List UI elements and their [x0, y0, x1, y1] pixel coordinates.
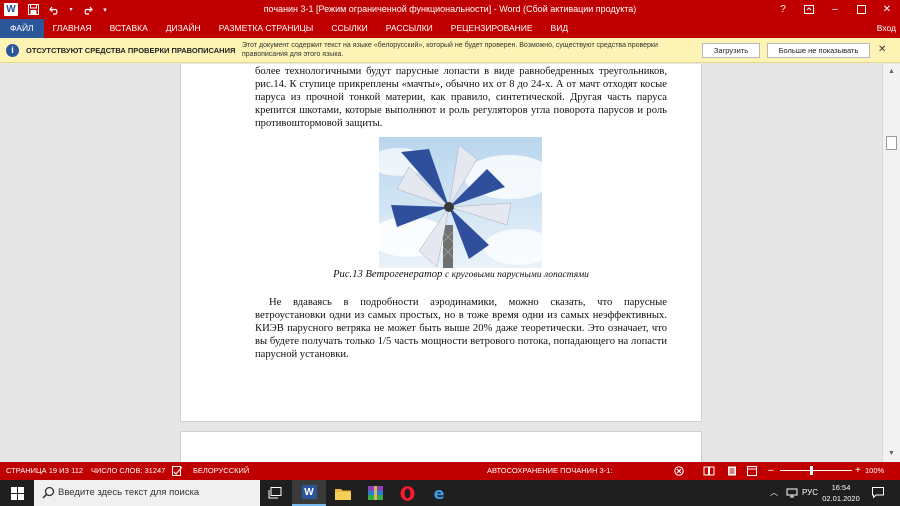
- title-bar: W ▾ ▾ почанин 3-1 [Режим ограниченной фу…: [0, 0, 900, 19]
- document-page[interactable]: более технологичными будут парусные лопа…: [180, 64, 702, 422]
- figure-caption[interactable]: Рис.13 Ветрогенератор с круговыми парусн…: [255, 269, 667, 280]
- sign-in-link[interactable]: Вход: [877, 19, 896, 38]
- close-button[interactable]: ✕: [874, 0, 900, 19]
- ribbon-tabs: ФАЙЛ ГЛАВНАЯ ВСТАВКА ДИЗАЙН РАЗМЕТКА СТР…: [0, 19, 900, 38]
- scroll-down-icon[interactable]: ▼: [883, 448, 900, 460]
- next-document-page[interactable]: [180, 431, 702, 462]
- tab-page-layout[interactable]: РАЗМЕТКА СТРАНИЦЫ: [210, 19, 323, 38]
- save-icon[interactable]: [22, 0, 44, 19]
- window-title: почанин 3-1 [Режим ограниченной функцион…: [263, 4, 637, 14]
- window-controls: ? – ✕: [770, 0, 900, 19]
- tab-design[interactable]: ДИЗАЙН: [157, 19, 210, 38]
- edge-browser-icon[interactable]: e: [422, 480, 456, 506]
- file-explorer-icon[interactable]: [326, 480, 360, 506]
- search-placeholder: Введите здесь текст для поиска: [58, 487, 200, 498]
- proofing-icon[interactable]: [172, 462, 183, 480]
- caption-main: Рис.13 Ветрогенератор: [333, 269, 443, 280]
- word-window: W ▾ ▾ почанин 3-1 [Режим ограниченной фу…: [0, 0, 900, 506]
- quick-access-toolbar: W ▾ ▾: [0, 0, 112, 19]
- body-paragraph[interactable]: более технологичными будут парусные лопа…: [255, 65, 667, 130]
- proofing-warning-bar: i ОТСУТСТВУЮТ СРЕДСТВА ПРОВЕРКИ ПРАВОПИС…: [0, 38, 900, 63]
- winrar-icon[interactable]: [358, 480, 392, 506]
- document-area[interactable]: более технологичными будут парусные лопа…: [0, 64, 882, 462]
- help-button[interactable]: ?: [770, 0, 796, 19]
- clock-date: 02.01.2020: [822, 494, 860, 503]
- tab-mailings[interactable]: РАССЫЛКИ: [377, 19, 442, 38]
- tab-review[interactable]: РЕЦЕНЗИРОВАНИЕ: [442, 19, 542, 38]
- warning-heading: ОТСУТСТВУЮТ СРЕДСТВА ПРОВЕРКИ ПРАВОПИСАН…: [26, 46, 236, 55]
- ribbon-display-options-icon[interactable]: [796, 0, 822, 19]
- page-counter[interactable]: СТРАНИЦА 19 ИЗ 112: [6, 462, 83, 480]
- tab-insert[interactable]: ВСТАВКА: [101, 19, 157, 38]
- scroll-up-icon[interactable]: ▲: [883, 66, 900, 78]
- maximize-button[interactable]: [848, 0, 874, 19]
- dont-show-again-button[interactable]: Больше не показывать: [767, 43, 870, 58]
- autosave-status: АВТОСОХРАНЕНИЕ ПОЧАНИН 3-1:: [487, 466, 613, 475]
- zoom-out-button[interactable]: –: [768, 462, 774, 480]
- notifications-icon[interactable]: [872, 480, 884, 506]
- read-mode-icon[interactable]: [703, 462, 715, 480]
- body-paragraph[interactable]: Не вдаваясь в подробности аэродинамики, …: [255, 296, 667, 361]
- network-icon[interactable]: [786, 480, 798, 506]
- language-indicator-tray[interactable]: РУС: [802, 480, 818, 506]
- clock-time: 16:54: [831, 483, 851, 492]
- zoom-slider-thumb[interactable]: [810, 466, 813, 475]
- windows-taskbar: Введите здесь текст для поиска W e ︿ РУС…: [0, 480, 900, 506]
- windows-start-icon[interactable]: [0, 480, 34, 506]
- chevron-down-icon[interactable]: ▾: [66, 0, 76, 19]
- info-icon: i: [6, 44, 19, 57]
- tab-home[interactable]: ГЛАВНАЯ: [44, 19, 101, 38]
- scroll-thumb[interactable]: [886, 136, 897, 150]
- tab-file[interactable]: ФАЙЛ: [0, 19, 44, 38]
- opera-browser-icon[interactable]: [390, 480, 424, 506]
- redo-icon[interactable]: [76, 0, 98, 19]
- tab-view[interactable]: ВИД: [542, 19, 578, 38]
- status-bar: СТРАНИЦА 19 ИЗ 112 ЧИСЛО СЛОВ: 31247 БЕЛ…: [0, 462, 900, 480]
- zoom-slider[interactable]: [780, 470, 852, 471]
- zoom-level[interactable]: 100%: [865, 462, 884, 480]
- chevron-up-icon[interactable]: ︿: [770, 480, 778, 506]
- language-indicator[interactable]: БЕЛОРУССКИЙ: [193, 462, 249, 480]
- warning-text: Этот документ содержит текст на языке «б…: [242, 42, 658, 58]
- caption-rest: с круговыми парусными лопастями: [445, 270, 589, 280]
- task-view-icon[interactable]: [258, 480, 292, 506]
- customize-toolbar-icon[interactable]: ▾: [98, 0, 112, 19]
- zoom-in-button[interactable]: +: [855, 462, 861, 480]
- tab-references[interactable]: ССЫЛКИ: [322, 19, 376, 38]
- minimize-button[interactable]: –: [822, 0, 848, 19]
- close-icon[interactable]: ✕: [878, 44, 886, 55]
- search-icon: [42, 486, 55, 499]
- undo-icon[interactable]: [44, 0, 66, 19]
- clock[interactable]: 16:54 02.01.2020: [820, 482, 862, 504]
- print-layout-icon[interactable]: [727, 462, 737, 480]
- vertical-scrollbar[interactable]: ▲ ▼: [882, 64, 900, 462]
- word-taskbar-icon[interactable]: W: [292, 480, 326, 506]
- word-count[interactable]: ЧИСЛО СЛОВ: 31247: [91, 462, 165, 480]
- taskbar-search-box[interactable]: Введите здесь текст для поиска: [34, 480, 260, 506]
- word-app-icon[interactable]: W: [0, 0, 22, 19]
- download-proofing-button[interactable]: Загрузить: [702, 43, 760, 58]
- web-layout-icon[interactable]: [747, 462, 757, 480]
- cancel-autosave-icon[interactable]: [674, 462, 684, 480]
- wind-generator-photo[interactable]: [379, 137, 542, 268]
